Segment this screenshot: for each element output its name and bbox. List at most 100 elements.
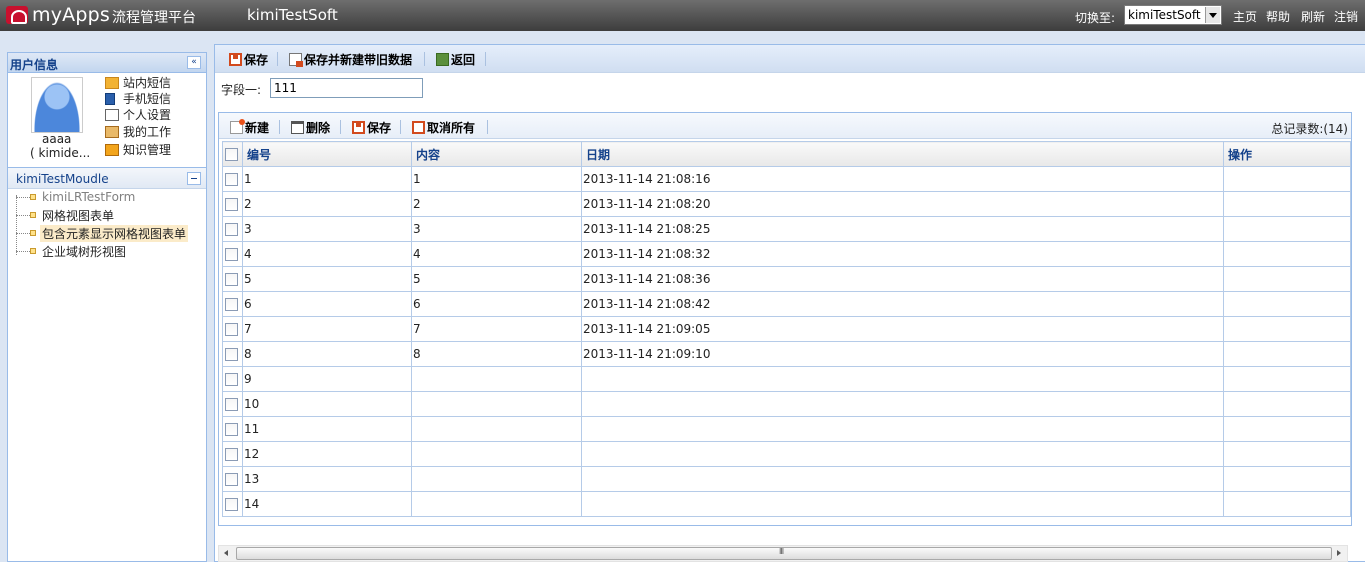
cell-id: 13	[242, 466, 412, 492]
cell-actions	[1223, 191, 1351, 217]
menu-knowledge[interactable]: 知识管理	[105, 141, 171, 158]
table-row[interactable]: 12	[222, 441, 1351, 467]
table-row[interactable]: 14	[222, 491, 1351, 517]
cell-content	[411, 391, 582, 417]
row-checkbox[interactable]	[225, 498, 238, 511]
logout-link[interactable]: 注销	[1334, 8, 1358, 25]
grid-new-button[interactable]: 新建	[230, 119, 269, 136]
row-checkbox[interactable]	[225, 323, 238, 336]
menu-label: 我的工作	[123, 125, 172, 139]
collapse-icon[interactable]: «	[187, 56, 201, 69]
save-icon	[229, 53, 242, 66]
table-row[interactable]: 10	[222, 391, 1351, 417]
column-header-content[interactable]: 内容	[411, 141, 582, 167]
cell-id: 12	[242, 441, 412, 467]
help-link[interactable]: 帮助	[1266, 8, 1290, 25]
cell-actions	[1223, 216, 1351, 242]
horizontal-scrollbar[interactable]	[218, 545, 1348, 562]
field-one-input[interactable]	[270, 78, 423, 98]
cell-actions	[1223, 291, 1351, 317]
menu-site-message[interactable]: 站内短信	[105, 74, 171, 91]
table-row[interactable]: 9	[222, 366, 1351, 392]
row-checkbox[interactable]	[225, 473, 238, 486]
table-row[interactable]: 13	[222, 466, 1351, 492]
collapse-minus-icon[interactable]	[187, 172, 201, 185]
menu-sms[interactable]: 手机短信	[105, 90, 171, 107]
switch-label: 切换至:	[1075, 11, 1116, 25]
column-header-date[interactable]: 日期	[581, 141, 1224, 167]
menu-personal-settings[interactable]: 个人设置	[105, 106, 171, 123]
scroll-right-icon[interactable]	[1331, 546, 1347, 561]
cell-id: 9	[242, 366, 412, 392]
row-select-cell	[222, 416, 243, 442]
tree-item-kimilrtestform[interactable]: kimiLRTestForm	[16, 189, 137, 205]
user-name: aaaa	[42, 132, 72, 146]
new-icon	[230, 119, 245, 134]
mobile-phone-icon	[105, 92, 115, 105]
tree-item-label: kimiLRTestForm	[42, 190, 136, 204]
tree-item-grid-view-form[interactable]: 网格视图表单	[16, 207, 116, 223]
row-checkbox[interactable]	[225, 448, 238, 461]
row-checkbox[interactable]	[225, 223, 238, 236]
menu-my-work[interactable]: 我的工作	[105, 123, 171, 140]
cell-actions	[1223, 316, 1351, 342]
row-checkbox[interactable]	[225, 298, 238, 311]
column-header-actions[interactable]: 操作	[1223, 141, 1351, 167]
refresh-link[interactable]: 刷新	[1301, 8, 1325, 25]
row-select-cell	[222, 391, 243, 417]
table-row[interactable]: 11	[222, 416, 1351, 442]
save-and-new-button[interactable]: 保存并新建带旧数据	[289, 51, 412, 68]
cell-content: 7	[411, 316, 582, 342]
cell-id: 7	[242, 316, 412, 342]
cell-actions	[1223, 266, 1351, 292]
grid-save-button[interactable]: 保存	[352, 119, 391, 136]
row-checkbox[interactable]	[225, 423, 238, 436]
row-checkbox[interactable]	[225, 398, 238, 411]
table-row[interactable]: 3 3 2013-11-14 21:08:25	[222, 216, 1351, 242]
back-icon	[436, 53, 449, 66]
chevron-down-icon[interactable]	[1205, 7, 1220, 23]
cell-actions	[1223, 416, 1351, 442]
tree-item-domain-tree-view[interactable]: 企业域树形视图	[16, 243, 128, 259]
column-header-id[interactable]: 编号	[242, 141, 412, 167]
grid-delete-button[interactable]: 删除	[291, 119, 330, 136]
cell-content: 6	[411, 291, 582, 317]
cell-actions	[1223, 466, 1351, 492]
scroll-left-icon[interactable]	[219, 546, 235, 561]
cell-date	[581, 441, 1224, 467]
row-checkbox[interactable]	[225, 348, 238, 361]
tree-item-element-grid-form[interactable]: 包含元素显示网格视图表单	[16, 224, 189, 242]
row-checkbox[interactable]	[225, 248, 238, 261]
module-header[interactable]: kimiTestMoudle	[8, 167, 206, 189]
table-row[interactable]: 7 7 2013-11-14 21:09:05	[222, 316, 1351, 342]
table-row[interactable]: 6 6 2013-11-14 21:08:42	[222, 291, 1351, 317]
row-select-cell	[222, 216, 243, 242]
table-row[interactable]: 1 1 2013-11-14 21:08:16	[222, 166, 1351, 192]
table-row[interactable]: 2 2 2013-11-14 21:08:20	[222, 191, 1351, 217]
grid-panel: 新建 删除 保存 取消所有 总记录数:(14) 编号 内容 日期 操作 1 1 …	[218, 112, 1352, 526]
select-all-checkbox[interactable]	[225, 148, 238, 161]
row-select-cell	[222, 316, 243, 342]
back-button[interactable]: 返回	[436, 51, 475, 68]
row-checkbox[interactable]	[225, 373, 238, 386]
app-switch-select[interactable]: kimiTestSoft	[1124, 5, 1222, 25]
cell-date	[581, 491, 1224, 517]
trash-icon	[291, 121, 304, 134]
cell-date	[581, 366, 1224, 392]
row-select-cell	[222, 291, 243, 317]
grid-cancel-all-button[interactable]: 取消所有	[412, 119, 475, 136]
save-button[interactable]: 保存	[229, 51, 268, 68]
table-row[interactable]: 4 4 2013-11-14 21:08:32	[222, 241, 1351, 267]
row-select-cell	[222, 191, 243, 217]
field-one-label: 字段一:	[221, 83, 262, 97]
row-checkbox[interactable]	[225, 198, 238, 211]
row-checkbox[interactable]	[225, 173, 238, 186]
table-row[interactable]: 5 5 2013-11-14 21:08:36	[222, 266, 1351, 292]
table-row[interactable]: 8 8 2013-11-14 21:09:10	[222, 341, 1351, 367]
home-link[interactable]: 主页	[1233, 8, 1257, 25]
cell-id: 3	[242, 216, 412, 242]
scrollbar-thumb[interactable]	[236, 547, 1332, 560]
row-checkbox[interactable]	[225, 273, 238, 286]
node-icon	[30, 248, 36, 254]
cell-id: 6	[242, 291, 412, 317]
